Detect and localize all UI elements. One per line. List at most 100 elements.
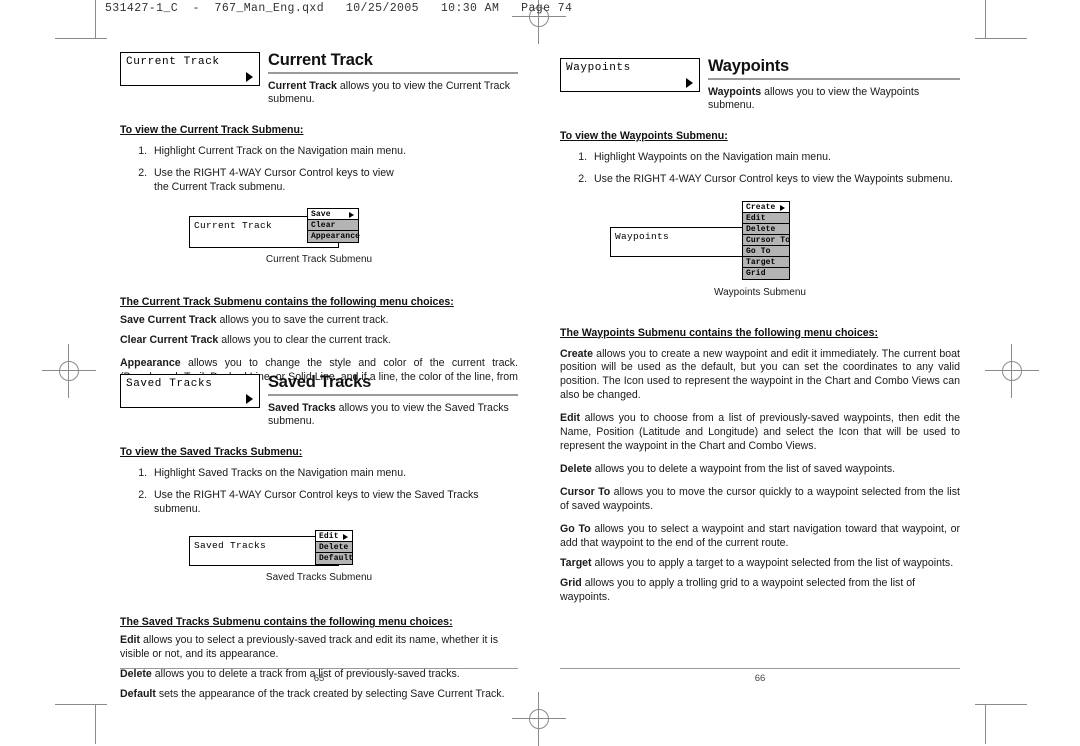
choice-term: Clear Current Track [120,334,219,347]
chevron-right-icon [343,534,348,541]
submenu-item-label: Target [746,257,776,267]
chevron-right-icon [349,212,354,219]
submenu-item-label: Edit [319,532,339,542]
choice-desc: allows you to delete a waypoint from the… [591,463,896,476]
steps-list: Highlight Waypoints on the Navigation ma… [560,151,960,187]
choice-term: Cursor To [560,486,611,499]
footer-left: 65 [120,668,518,684]
choice-desc: allows you to clear the current track. [218,334,391,347]
section-intro-term: Waypoints [708,85,762,98]
submenu-item-label: Edit [746,213,766,223]
right-page: Waypoints Waypoints Waypoints allows you… [560,58,960,605]
registration-ring [59,361,79,381]
submenu-item-label: Delete [746,224,776,234]
steps-list: Highlight Current Track on the Navigatio… [120,145,518,194]
list-item: Highlight Current Track on the Navigatio… [150,145,518,159]
submenu-item-save[interactable]: Save [308,209,358,221]
figure-caption: Saved Tracks Submenu [265,572,373,584]
figure-caption: Current Track Submenu [265,254,373,266]
choice-entry: Target allows you to apply a target to a… [560,557,960,571]
choice-desc: allows you to apply a target to a waypoi… [591,557,954,570]
submenu-item-cursor-to[interactable]: Cursor To [743,234,791,246]
page-number: 66 [754,673,766,684]
submenu-item-label: Save [311,210,331,220]
choice-term: Delete [560,463,592,476]
figure-menu-box: Waypoints [610,226,755,257]
section-intro-term: Saved Tracks [268,401,336,414]
chevron-right-icon [246,394,253,404]
footer-rule [120,668,518,669]
section-saved-tracks: Saved Tracks Saved Tracks Saved Tracks a… [120,374,518,702]
submenu-item-label: Grid [746,268,766,278]
trim-line-left-top [95,0,96,38]
choice-desc: sets the appearance of the track created… [155,688,505,701]
choice-term: Go To [560,523,591,536]
submenu-item-target[interactable]: Target [743,256,789,268]
submenu-item-label: Delete [319,543,349,553]
menu-box-saved-tracks[interactable]: Saved Tracks [120,374,260,408]
submenu-item-delete[interactable]: Delete [743,223,789,235]
title-rule [708,77,960,80]
choice-entry: Cursor To allows you to move the cursor … [560,486,960,514]
choice-entry: Edit allows you to select a previously-s… [120,634,518,662]
footer-rule [560,668,960,669]
choices-heading: The Saved Tracks Submenu contains the fo… [120,616,453,629]
submenu-current-track: Save Clear Appearance [307,208,360,244]
page-number: 65 [313,673,325,684]
steps-heading: To view the Saved Tracks Submenu: [120,445,303,458]
choice-term: Create [560,347,593,360]
section-waypoints: Waypoints Waypoints Waypoints allows you… [560,58,960,605]
choice-desc: allows you to choose from a list of prev… [560,412,960,453]
submenu-item-label: Cursor To [746,235,791,245]
section-heading-wrap: Current Track Current Track allows you t… [268,52,518,106]
registration-mark-bottom [512,692,566,746]
section-current-track: Current Track Current Track Current Trac… [120,52,518,397]
choice-desc: allows you to select a waypoint and star… [560,523,960,550]
trim-line-right-top [985,0,986,38]
submenu-item-create[interactable]: Create [743,201,789,213]
submenu-item-edit[interactable]: Edit [316,531,352,543]
submenu-item-appearance[interactable]: Appearance [308,231,360,243]
list-item: Highlight Waypoints on the Navigation ma… [590,151,960,165]
choice-term: Edit [560,412,581,425]
footer-right: 66 [560,668,960,684]
section-intro: Waypoints allows you to view the Waypoin… [708,86,960,112]
choice-entry: Delete allows you to delete a waypoint f… [560,463,960,477]
choice-desc: allows you to apply a trolling grid to a… [560,577,916,604]
menu-box-label: Waypoints [566,62,631,74]
section-intro-term: Current Track [268,79,337,92]
submenu-item-label: Go To [746,246,771,256]
menu-box-current-track[interactable]: Current Track [120,52,260,86]
list-item: Use the RIGHT 4-WAY Cursor Control keys … [150,167,404,195]
figure-graphic: Waypoints Create Edit Delete Cursor To G… [610,200,910,301]
submenu-item-go-to[interactable]: Go To [743,245,789,257]
choice-entry: Edit allows you to choose from a list of… [560,412,960,454]
submenu-item-grid[interactable]: Grid [743,267,789,279]
chevron-right-icon [780,204,785,211]
choice-entry: Create allows you to create a new waypoi… [560,348,960,404]
crop-mark-top-right [975,38,1027,39]
menu-box-label: Current Track [126,56,220,68]
section-intro: Saved Tracks allows you to view the Save… [268,402,518,428]
submenu-item-delete[interactable]: Delete [316,542,352,554]
figure-menu-box-label: Waypoints [615,230,670,242]
steps-heading: To view the Current Track Submenu: [120,123,304,136]
choice-term: Grid [560,577,582,590]
figure-menu-box-label: Saved Tracks [194,540,267,552]
figure-waypoints-submenu: Waypoints Create Edit Delete Cursor To G… [560,200,960,311]
title-rule [268,393,518,396]
steps-heading: To view the Waypoints Submenu: [560,129,728,142]
choice-term: Default [120,688,156,701]
submenu-item-default[interactable]: Default [316,553,354,565]
page-title: Waypoints [708,57,790,75]
choice-desc: allows you to save the current track. [216,314,389,327]
menu-box-waypoints[interactable]: Waypoints [560,58,700,92]
choice-term: Edit [120,634,141,647]
submenu-item-edit[interactable]: Edit [743,212,789,224]
choices-heading: The Current Track Submenu contains the f… [120,296,454,309]
title-rule [268,71,518,74]
choices-heading: The Waypoints Submenu contains the follo… [560,326,879,339]
submenu-item-label: Create [746,202,776,212]
submenu-item-clear[interactable]: Clear [308,220,358,232]
submenu-item-label: Default [319,554,354,564]
